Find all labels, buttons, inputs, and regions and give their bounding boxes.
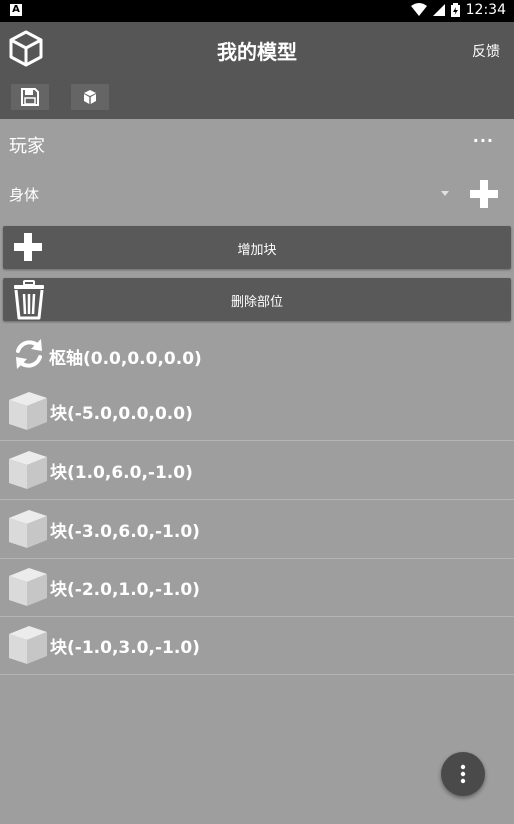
- part-dropdown[interactable]: 身体: [9, 184, 39, 205]
- player-row: 玩家 ···: [0, 119, 514, 167]
- block-row[interactable]: 块(-2.0,1.0,-1.0): [0, 558, 514, 617]
- delete-part-button[interactable]: 删除部位: [3, 278, 511, 321]
- more-options-button[interactable]: ···: [473, 131, 494, 150]
- delete-part-label: 删除部位: [230, 295, 283, 310]
- rotate-icon: [16, 339, 42, 369]
- more-actions-fab[interactable]: [441, 752, 485, 796]
- cube-icon: [84, 90, 96, 104]
- status-icons: 12:34: [410, 2, 506, 18]
- block-cube-icon: [9, 451, 47, 489]
- status-bar: A 12:34: [0, 0, 514, 22]
- block-cube-icon: [9, 392, 47, 430]
- block-label: 块(1.0,6.0,-1.0): [50, 463, 193, 483]
- clock: 12:34: [465, 2, 506, 18]
- block-label: 块(-3.0,6.0,-1.0): [50, 522, 200, 542]
- save-icon: [21, 88, 39, 106]
- model-view-button[interactable]: [71, 84, 109, 110]
- block-label: 块(-5.0,0.0,0.0): [50, 404, 193, 424]
- block-cube-icon: [9, 510, 47, 548]
- wifi-icon: [410, 3, 427, 16]
- block-cube-icon: [9, 568, 47, 606]
- block-row[interactable]: 块(-3.0,6.0,-1.0): [0, 500, 514, 559]
- dropdown-arrow-icon[interactable]: [441, 191, 449, 196]
- signal-icon: [432, 4, 445, 16]
- player-label: 玩家: [9, 136, 45, 157]
- add-block-label: 增加块: [237, 243, 277, 258]
- block-cube-icon: [9, 626, 47, 664]
- add-block-button[interactable]: 增加块: [3, 226, 511, 269]
- app-bar: 我的模型 反馈: [0, 22, 514, 119]
- part-selector-row: 身体: [0, 167, 514, 221]
- block-row[interactable]: 块(-1.0,3.0,-1.0): [0, 616, 514, 675]
- block-label: 块(-1.0,3.0,-1.0): [50, 638, 200, 658]
- block-row[interactable]: 块(-5.0,0.0,0.0): [0, 382, 514, 441]
- save-button[interactable]: [11, 84, 49, 110]
- pivot-label: 枢轴(0.0,0.0,0.0): [49, 349, 202, 369]
- pivot-row[interactable]: 枢轴(0.0,0.0,0.0): [0, 332, 514, 382]
- page-title: 我的模型: [217, 40, 297, 64]
- add-part-icon[interactable]: [469, 179, 499, 209]
- vertical-dots-icon: [460, 764, 466, 784]
- feedback-button[interactable]: 反馈: [472, 41, 500, 61]
- block-row[interactable]: 块(1.0,6.0,-1.0): [0, 441, 514, 500]
- battery-icon: [450, 3, 460, 17]
- block-label: 块(-2.0,1.0,-1.0): [50, 580, 200, 600]
- notification-indicator: A: [10, 4, 22, 16]
